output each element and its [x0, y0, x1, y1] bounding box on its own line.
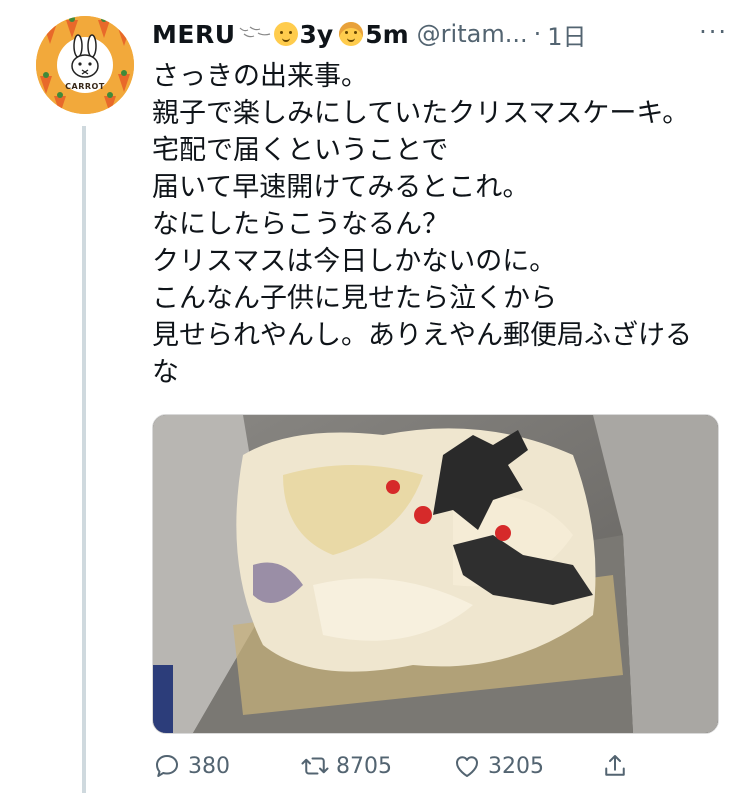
reply-button[interactable]: 380: [152, 751, 230, 781]
tweet-line: 見せられやんし。ありえやん郵便局ふざける: [152, 320, 692, 351]
like-icon: [456, 756, 478, 777]
tweet-text: さっきの出来事。 親子で楽しみにしていたクリスマスケーキ。 宅配で届くということ…: [152, 58, 722, 391]
like-button[interactable]: 3205: [452, 751, 544, 781]
tweet-line: 親子で楽しみにしていたクリスマスケーキ。: [152, 98, 690, 129]
avatar-label: CARROT: [65, 82, 105, 91]
more-icon[interactable]: ···: [699, 18, 728, 46]
tweet-line: な: [152, 357, 179, 388]
tweet-line: なにしたらこうなるん？: [152, 209, 449, 240]
cake-photo-image: [153, 415, 718, 733]
tweet-line: さっきの出来事。: [152, 61, 368, 92]
age-label-2: 5m: [365, 19, 409, 49]
age-label-1: 3y: [299, 19, 334, 49]
separator-dot: ·: [533, 20, 542, 48]
tweet-line: クリスマスは今日しかないのに。: [152, 246, 557, 277]
tweet-line: 届いて早速開けてみるとこれ。: [152, 172, 530, 203]
reply-icon: [156, 755, 178, 777]
thread-line: [82, 126, 86, 793]
tweet-header: MERU 3y 5m @ritam... · 1日 ···: [152, 12, 744, 56]
reply-count: 380: [188, 753, 230, 779]
boy-emoji-icon: [273, 22, 298, 46]
tweet-actions: 380 8705 3205: [152, 748, 712, 784]
avatar[interactable]: CARROT: [36, 16, 134, 114]
user-handle[interactable]: @ritam...: [417, 20, 528, 48]
retweet-button[interactable]: 8705: [300, 751, 392, 781]
retweet-icon: [301, 757, 329, 775]
share-button[interactable]: [600, 751, 636, 781]
share-icon: [605, 755, 625, 776]
display-name[interactable]: MERU: [152, 20, 236, 49]
tweet-line: 宅配で届くということで: [152, 135, 449, 166]
avatar-image: [36, 16, 134, 114]
timestamp[interactable]: 1日: [547, 17, 586, 52]
tweet-line: こんなん子供に見せたら泣くから: [152, 283, 557, 314]
tweet-photo[interactable]: [152, 414, 719, 734]
like-count: 3205: [488, 753, 544, 779]
sparkle-icon: [238, 24, 272, 44]
retweet-count: 8705: [336, 753, 392, 779]
girl-emoji-icon: [339, 22, 364, 46]
